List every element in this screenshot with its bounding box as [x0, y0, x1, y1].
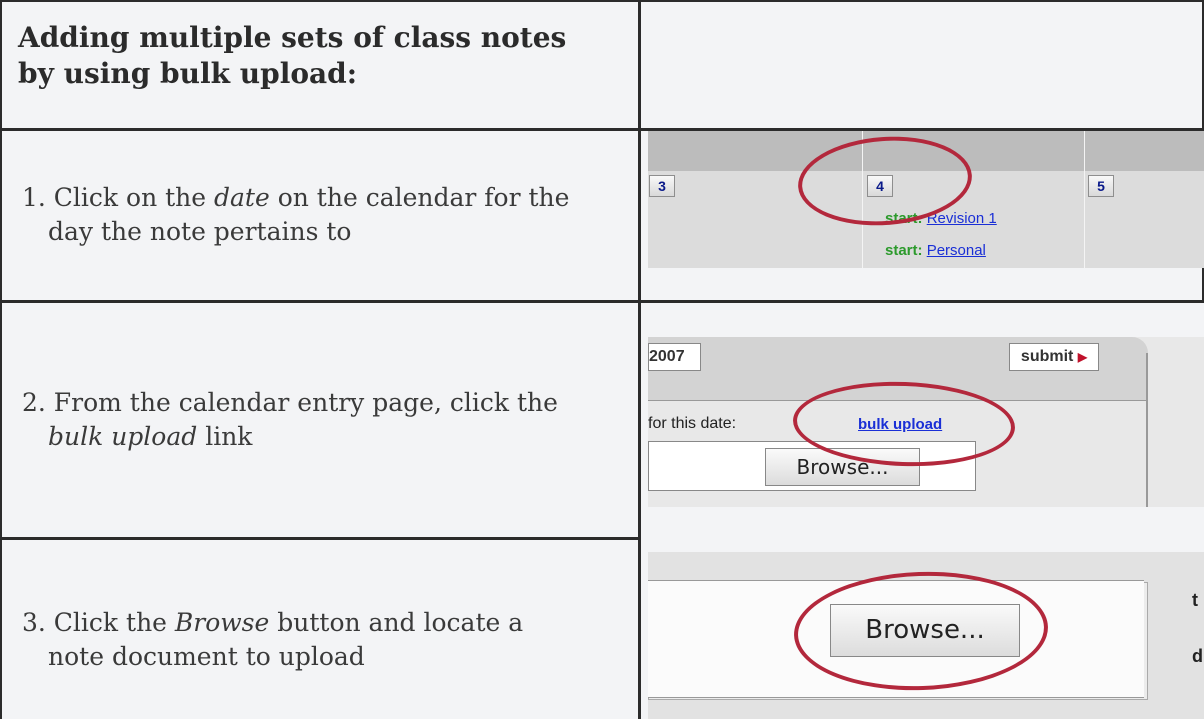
step-1-prefix: 1. Click on the: [22, 183, 215, 212]
step-3-line-2: note document to upload: [48, 642, 365, 671]
date-label: for this date:: [648, 415, 737, 432]
day-button-5[interactable]: 5: [1088, 175, 1114, 197]
step-1-emphasis: date: [214, 183, 270, 212]
entry-page-screenshot: 2007 submit ▶ for this date: bulk upload…: [648, 337, 1204, 507]
calendar-screenshot: 3 4 5 start: Revision 1 start: Personal: [648, 131, 1204, 268]
submit-button[interactable]: submit ▶: [1009, 343, 1099, 371]
entry-right-edge: [1146, 353, 1148, 507]
step-1-suffix: on the calendar for the: [269, 183, 570, 212]
page-title: Adding multiple sets of class notes by u…: [18, 20, 618, 92]
submit-label: submit: [1020, 348, 1074, 365]
year-field[interactable]: 2007: [648, 343, 701, 371]
step-2-emphasis: bulk upload: [48, 422, 198, 451]
step-3-text: 3. Click the Browse button and locate a …: [22, 606, 632, 674]
day-button-3[interactable]: 3: [649, 175, 675, 197]
step-2-text: 2. From the calendar entry page, click t…: [22, 386, 632, 454]
table-column-divider: [638, 0, 641, 719]
step-2-suffix: link: [197, 422, 253, 451]
step-1-text: 1. Click on the date on the calendar for…: [22, 181, 632, 249]
title-line-2: by using bulk upload:: [18, 57, 358, 90]
step-2-prefix: 2. From the calendar entry page, click t…: [22, 388, 558, 417]
event-link-personal[interactable]: Personal: [927, 242, 986, 259]
table-row-divider-3: [0, 537, 640, 540]
title-line-1: Adding multiple sets of class notes: [18, 21, 567, 54]
step-3-prefix: 3. Click the: [22, 608, 175, 637]
table-row-divider-2: [0, 300, 1204, 303]
calendar-col-divider-2: [1084, 131, 1085, 268]
step-3-emphasis: Browse: [174, 608, 270, 637]
step-1-line-2: day the note pertains to: [48, 217, 352, 246]
table-border-left: [0, 0, 2, 719]
browse-screenshot: Browse... t d: [648, 552, 1204, 719]
edge-char-2: d: [1192, 646, 1203, 666]
start-label: start:: [885, 242, 923, 259]
edge-char-1: t: [1192, 590, 1198, 610]
submit-arrow-icon: ▶: [1077, 350, 1088, 364]
calendar-event-2: start: Personal: [885, 242, 986, 259]
instruction-table: Adding multiple sets of class notes by u…: [0, 0, 1204, 719]
step-3-suffix: button and locate a: [269, 608, 524, 637]
table-border-top: [0, 0, 1204, 2]
